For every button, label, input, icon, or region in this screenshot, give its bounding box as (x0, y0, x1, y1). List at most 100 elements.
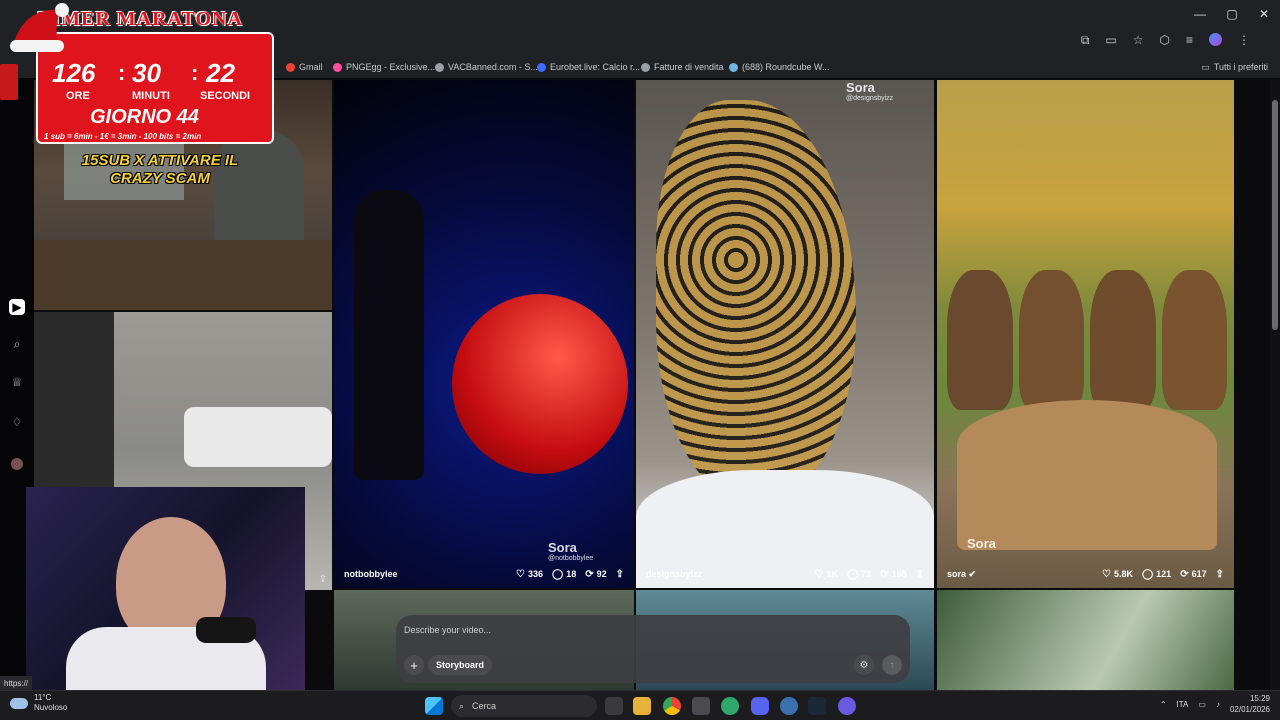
verified-icon: ✔ (968, 568, 977, 579)
eurobet-icon (537, 62, 546, 72)
windows-start-icon[interactable] (425, 697, 443, 715)
comment-button[interactable]: ◯ 18 (552, 569, 576, 580)
tile-marmots (947, 270, 1227, 410)
bookmark-roundcube[interactable]: (688) Roundcube W... (729, 56, 830, 78)
search-icon: ⌕ (459, 700, 465, 711)
tile-username[interactable]: notbobbylee (344, 569, 398, 579)
search-icon[interactable]: ⌕ (9, 336, 25, 352)
comment-count: 121 (1156, 569, 1172, 579)
bookmark-fatture[interactable]: Fatture di vendita (641, 56, 724, 78)
file-explorer-icon[interactable] (633, 697, 651, 715)
trophy-icon[interactable]: ♕ (9, 374, 25, 390)
taskbar-clock[interactable]: 15:29 02/01/2026 (1230, 693, 1270, 715)
bell-icon[interactable]: ♢ (9, 414, 25, 430)
window-controls: — ▢ ✕ (1184, 0, 1280, 28)
close-window-button[interactable]: ✕ (1248, 0, 1280, 28)
like-count: 5.8K (1113, 569, 1133, 579)
share-icon: ⇪ (915, 568, 924, 580)
remix-count: 165 (891, 569, 907, 579)
bookmark-gmail[interactable]: Gmail (286, 56, 323, 78)
timer-minutes: 30 (132, 58, 161, 88)
timer-seconds: 22 (206, 58, 235, 88)
send-button[interactable]: ↑ (882, 655, 902, 675)
tile-stats: ♡ 336 ◯ 18 ⟳ 92 ⇪ (516, 569, 624, 580)
maximize-button[interactable]: ▢ (1216, 0, 1248, 28)
share-button[interactable]: ⇪ (1216, 569, 1224, 580)
bookmark-star-icon[interactable]: ☆ (1133, 33, 1144, 48)
weather-widget[interactable]: 11°C Nuvoloso (10, 693, 67, 713)
share-button[interactable]: ⇪ (616, 569, 624, 580)
timer-minutes-label: MINUTI (132, 90, 170, 102)
tile-meta: sora ✔ ♡ 5.8K ◯ 121 ⟳ 617 ⇪ (937, 560, 1234, 588)
user-avatar[interactable] (9, 456, 25, 472)
tile-desk (34, 240, 332, 310)
volume-icon[interactable]: ♪ (1216, 700, 1220, 709)
app-icon[interactable] (721, 697, 739, 715)
cast-icon[interactable]: ▭ (1105, 33, 1116, 48)
remix-button[interactable]: ⟳ 617 (1180, 569, 1206, 580)
roundcube-icon (729, 62, 738, 72)
gmail-icon (286, 62, 295, 72)
all-bookmarks-button[interactable]: ▭ Tutti i preferiti (1201, 56, 1268, 78)
translate-icon[interactable]: ⧉ (1081, 33, 1090, 48)
like-count: 1K (826, 569, 838, 579)
scrollbar-thumb[interactable] (1272, 100, 1278, 330)
browser-menu-icon[interactable]: ⋮ (1238, 33, 1250, 48)
extensions-icon[interactable]: ⬡ (1160, 33, 1170, 48)
describe-video-input[interactable]: Describe your video... (404, 625, 844, 643)
plus-icon: + (410, 657, 418, 673)
like-button[interactable]: ♡ 1K (814, 569, 837, 580)
home-feed-icon[interactable]: ▶ (9, 299, 25, 315)
video-tile-marmots[interactable]: Sora sora ✔ ♡ 5.8K ◯ 121 ⟳ 617 ⇪ (937, 80, 1234, 588)
gift-icon (0, 64, 18, 100)
profile-avatar[interactable] (1209, 33, 1222, 46)
language-indicator[interactable]: ITA (1177, 700, 1189, 709)
bookmark-eurobet[interactable]: Eurobet.live: Calcio r... (537, 56, 640, 78)
share-button[interactable]: ⇪ (916, 569, 924, 580)
remix-button[interactable]: ⟳ 92 (585, 569, 606, 580)
clock-date: 02/01/2026 (1229, 705, 1270, 714)
chrome-icon[interactable] (663, 697, 681, 715)
app-icon[interactable] (692, 697, 710, 715)
like-button[interactable]: ♡ 5.8K (1102, 569, 1133, 580)
tile-meta: notbobbylee ♡ 336 ◯ 18 ⟳ 92 ⇪ (334, 560, 634, 588)
video-tile-apple[interactable]: Sora @notbobbylee notbobbylee ♡ 336 ◯ 18 ⟳ 9… (334, 80, 634, 588)
app-icon[interactable] (780, 697, 798, 715)
tile-username[interactable]: sora ✔ (947, 569, 976, 580)
bookmark-label: Eurobet.live: Calcio r... (550, 62, 641, 72)
share-icon[interactable]: ⇪ (312, 570, 334, 588)
taskbar-search[interactable]: ⌕ Cerca (451, 695, 597, 717)
reading-list-icon[interactable]: ≡ (1186, 33, 1193, 48)
remix-button[interactable]: ⟳ 165 (880, 569, 906, 580)
comment-button[interactable]: ◯ 121 (1142, 569, 1171, 580)
bookmark-vacbanned[interactable]: VACBanned.com - S... (435, 56, 538, 78)
chevron-up-icon[interactable]: ⌃ (1160, 700, 1167, 709)
discord-icon[interactable] (751, 697, 769, 715)
folder-icon: ▭ (1201, 61, 1210, 72)
storyboard-button[interactable]: Storyboard (428, 655, 493, 675)
task-view-icon[interactable] (605, 697, 623, 715)
streamer-webcam (26, 487, 305, 690)
heart-icon: ♡ (515, 568, 525, 580)
tile-username[interactable]: designsbyizz (646, 569, 702, 579)
network-icon[interactable]: ▭ (1198, 700, 1206, 709)
like-button[interactable]: ♡ 336 (516, 569, 543, 580)
remix-count: 92 (596, 569, 607, 579)
bookmark-pngegg[interactable]: PNGEgg - Exclusive... (333, 56, 435, 78)
search-label: Cerca (472, 701, 497, 711)
settings-button[interactable]: ⚙ (854, 655, 874, 675)
video-tile-butterfly[interactable]: Sora @designsbyizz designsbyizz ♡ 1K ◯ 73 ⟳… (636, 80, 934, 588)
comment-count: 73 (861, 569, 872, 579)
heart-icon: ♡ (1101, 568, 1111, 580)
steam-icon[interactable] (808, 697, 826, 715)
tile-car (184, 407, 332, 467)
minimize-button[interactable]: — (1184, 0, 1216, 28)
page-scrollbar[interactable] (1270, 80, 1280, 690)
tile-stats: ♡ 1K ◯ 73 ⟳ 165 ⇪ (814, 569, 924, 580)
app-icon[interactable] (838, 697, 856, 715)
vacbanned-icon (435, 62, 444, 72)
sub-promo-text: 15SUB X ATTIVARE IL CRAZY SCAM (81, 152, 239, 187)
video-tile-row2-3[interactable] (937, 590, 1234, 690)
comment-button[interactable]: ◯ 73 (847, 569, 871, 580)
add-media-button[interactable]: + (404, 655, 424, 675)
